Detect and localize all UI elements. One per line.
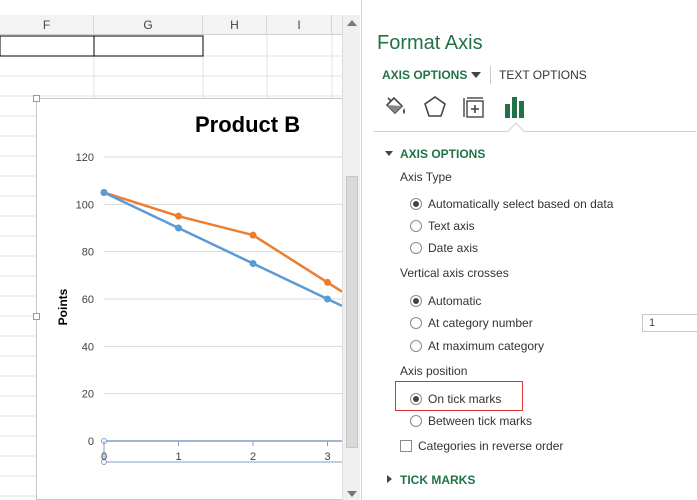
collapse-triangle-icon[interactable] [385, 151, 393, 156]
chevron-down-icon[interactable] [471, 72, 481, 78]
radio-automatic-axis-type[interactable]: Automatically select based on data [410, 196, 613, 212]
radio-crosses-automatic[interactable]: Automatic [410, 293, 481, 309]
option-label: At maximum category [428, 339, 545, 353]
y-tick-label: 40 [82, 341, 94, 353]
checkbox-categories-reverse-order[interactable]: Categories in reverse order [400, 438, 563, 454]
expand-triangle-icon[interactable] [387, 475, 392, 483]
effects-icon[interactable] [422, 94, 448, 120]
line-chart[interactable]: 0 20 40 60 80 100 120 0 1 2 3 [0, 0, 342, 500]
data-point [175, 212, 182, 220]
radio-button[interactable] [410, 295, 422, 307]
y-tick-label: 60 [82, 294, 94, 306]
option-label: At category number [428, 316, 533, 330]
radio-button[interactable] [410, 340, 422, 352]
radio-crosses-category-number[interactable]: At category number [410, 315, 533, 331]
option-label: Categories in reverse order [418, 439, 564, 453]
option-label: On tick marks [428, 392, 502, 406]
selected-category-pointer [507, 122, 525, 140]
vertical-axis-crosses-label: Vertical axis crosses [400, 266, 509, 280]
scroll-up-arrow-icon[interactable] [347, 20, 357, 26]
data-point [324, 295, 331, 303]
data-point [249, 231, 257, 239]
radio-button[interactable] [410, 415, 422, 427]
y-tick-label: 120 [76, 152, 94, 164]
option-label: Automatically select based on data [428, 197, 614, 211]
y-tick-label: 100 [76, 199, 94, 211]
data-point [100, 189, 108, 196]
radio-button[interactable] [410, 317, 422, 329]
tab-axis-options[interactable]: AXIS OPTIONS [382, 68, 467, 82]
section-tick-marks[interactable]: TICK MARKS [400, 473, 475, 487]
worksheet[interactable]: F G H I 0 20 40 60 80 100 120 0123 Product B P… [0, 0, 342, 500]
radio-button[interactable] [410, 242, 422, 254]
option-label: Date axis [428, 241, 479, 255]
fill-line-icon[interactable] [382, 94, 408, 120]
radio-crosses-maximum-category[interactable]: At maximum category [410, 338, 544, 354]
radio-button[interactable] [410, 220, 422, 232]
data-point [324, 278, 331, 286]
y-tick-label: 0 [88, 436, 94, 448]
series-line-2 [103, 191, 342, 293]
chart-title[interactable]: Product B [195, 112, 300, 138]
option-label: Between tick marks [428, 414, 533, 428]
radio-text-axis[interactable]: Text axis [410, 218, 475, 234]
radio-date-axis[interactable]: Date axis [410, 240, 478, 256]
x-tick-label: 0 [101, 451, 107, 463]
y-tick-label: 80 [82, 247, 94, 259]
pane-title: Format Axis [377, 32, 483, 54]
data-point [175, 224, 182, 232]
tab-divider [490, 66, 491, 84]
vertical-scrollbar[interactable] [342, 15, 360, 500]
data-point [249, 260, 257, 267]
series-line-1 [103, 191, 342, 308]
radio-between-tick-marks[interactable]: Between tick marks [410, 413, 532, 429]
radio-on-tick-marks[interactable]: On tick marks [410, 391, 501, 407]
y-tick-label: 20 [82, 389, 94, 401]
radio-button[interactable] [410, 393, 422, 405]
axis-options-icon[interactable] [502, 94, 528, 120]
checkbox[interactable] [400, 440, 412, 452]
tab-text-options[interactable]: TEXT OPTIONS [499, 68, 587, 82]
option-label: Automatic [428, 294, 482, 308]
axis-position-label: Axis position [400, 364, 468, 378]
radio-button[interactable] [410, 198, 422, 210]
scroll-thumb[interactable] [346, 176, 358, 448]
x-tick-label: 1 [175, 451, 181, 463]
scroll-down-arrow-icon[interactable] [347, 491, 357, 497]
icon-row-divider [374, 131, 696, 132]
section-axis-options[interactable]: AXIS OPTIONS [400, 147, 485, 161]
option-label: Text axis [428, 219, 475, 233]
format-axis-pane: Format Axis AXIS OPTIONS TEXT OPTIONS AX… [361, 0, 697, 500]
x-tick-label: 2 [250, 451, 256, 463]
x-tick-label: 3 [324, 451, 330, 463]
size-properties-icon[interactable] [461, 94, 487, 120]
category-number-input[interactable] [642, 314, 697, 332]
axis-type-label: Axis Type [400, 170, 452, 184]
y-axis-title[interactable]: Points [56, 282, 70, 332]
